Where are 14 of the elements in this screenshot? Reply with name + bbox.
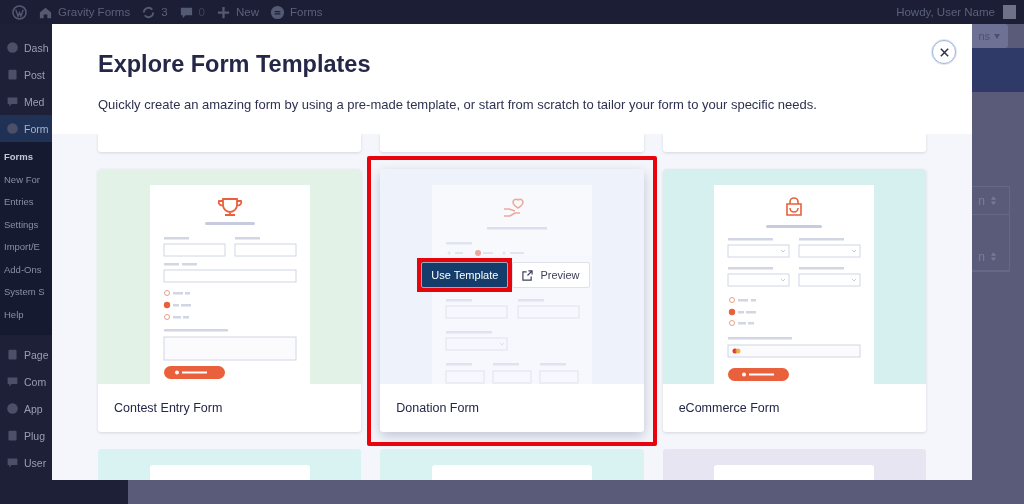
sidebar-label: User <box>24 456 47 469</box>
sidebar-label: Com <box>24 375 47 388</box>
sidebar-label: Post <box>24 68 45 81</box>
sidebar-label: Plug <box>24 429 45 442</box>
dialog-title: Explore Form Templates <box>98 51 372 78</box>
sidebar-label: Med <box>24 95 45 108</box>
sidebar-label: Page <box>24 348 49 361</box>
template-name: eCommerce Form <box>677 400 781 417</box>
sidebar-label: Form <box>24 122 49 135</box>
template-name: Contest Entry Form <box>113 400 224 417</box>
template-name: Donation Form <box>395 400 480 417</box>
sidebar-label: App <box>24 402 43 415</box>
sidebar-label: Dash <box>24 41 49 54</box>
dialog-subtitle: Quickly create an amazing form by using a pre-made template, or start from scratch to tailor your form to your specific needs. <box>98 97 818 112</box>
